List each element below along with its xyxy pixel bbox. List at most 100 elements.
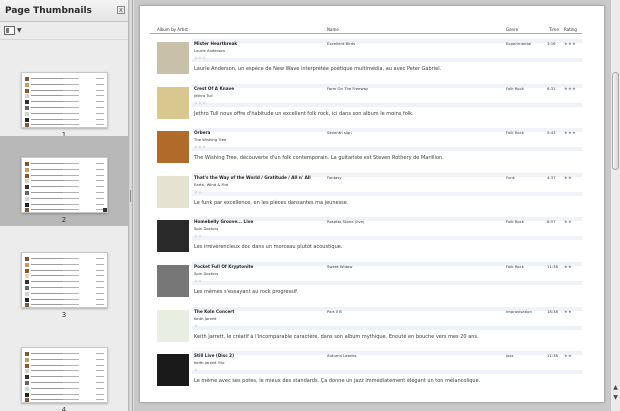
column-header-time: Time [549,27,559,32]
pdf-viewer-window: Page Thumbnails x ▼ 1 2 3 4 Album by Artist… [0,0,620,411]
chevron-down-icon: ▼ [17,27,22,34]
track-genre: Jazz [506,353,514,359]
track-name: Part II B [327,308,342,314]
album-cover-image [157,354,189,387]
thumbnail-preview [21,72,108,128]
star-rating: ☆☆☆ [194,55,207,60]
sidebar-header: Page Thumbnails x [0,0,128,22]
close-sidebar-icon[interactable]: x [117,6,125,14]
track-time: 6:31 [547,85,556,91]
thumbnail-preview [21,157,108,213]
document-page: Album by Artist Name Genre Time Rating M… [140,6,604,402]
page-number: 2 [61,216,67,224]
track-name: Sweet Widow [327,264,353,269]
album-description: Laurie Anderson, un espèce de New Wave i… [194,66,442,72]
row-band [192,351,582,356]
scrollbar-thumb[interactable] [612,72,619,170]
track-name: Seventh sign [327,130,352,136]
track-rating: ★★ [564,353,573,359]
star-rating: ☆ [194,367,199,373]
track-rating: ★★ [564,219,573,225]
thumbnail-list: 1 2 3 4 [0,41,128,411]
album-description: The Wishing Tree, découverte d'un folk c… [194,155,444,162]
album-artist: Spin Doctors [194,271,219,276]
track-name: Fantasy [327,174,342,180]
row-band [192,147,582,152]
column-header-album: Album by Artist [157,27,188,32]
album-description: Le funk par excellence, en les pièces da… [194,199,349,206]
star-rating: ☆ [194,322,199,328]
track-time: 5:43 [547,130,556,136]
row-band [192,370,582,375]
thumbnails-sidebar: Page Thumbnails x ▼ 1 2 3 4 [0,0,129,411]
track-rating: ★★ [564,264,573,269]
album-title: The Koln Concert [194,308,235,314]
track-time: 18:38 [547,308,558,314]
album-cover-image [157,265,189,297]
album-artist: Spin Doctors [194,226,219,232]
document-view[interactable]: Album by Artist Name Genre Time Rating M… [134,0,610,411]
album-entry: Pocket Full Of Kryptonite Spin Doctors ☆☆ S… [150,259,582,303]
album-entry: Crest Of A Knave Jethro Tull ☆☆☆ Farm On Th… [150,81,582,125]
table-header: Album by Artist Name Genre Time Rating [150,26,582,34]
track-time: 4:37 [547,174,556,180]
album-artist: Keith Jarrett [194,315,217,321]
arrow-down-icon[interactable]: ▼ [612,394,619,402]
track-rating: ★★★ [564,85,577,91]
star-rating: ☆☆ [194,188,203,194]
vertical-scrollbar[interactable]: ▲ ▼ [610,0,620,411]
album-artist: Jethro Tull [194,92,213,98]
album-cover-image [157,175,189,208]
page-thumbnail[interactable]: 4 [0,326,128,411]
album-entry: Homebelly Groove... Live Spin Doctors ☆☆ Ro… [150,214,582,258]
page-number: 3 [61,311,67,319]
column-header-genre: Genre [506,27,519,32]
track-genre: Improvisation [506,308,532,314]
row-band [192,325,582,330]
album-title: Homebelly Groove... Live [194,219,254,225]
album-description: Keith Jarrett, le créatif à l'incomparab… [194,333,479,340]
album-title: Orbera [194,130,211,136]
track-genre: Folk Rock [506,219,524,225]
album-cover-image [157,309,189,342]
track-rating: ★★ [564,308,573,314]
page-thumbnail[interactable]: 3 [0,231,128,321]
row-band [192,102,582,107]
album-entry: The Koln Concert Keith Jarrett ☆ Part II B I… [150,304,582,348]
sidebar-splitter[interactable] [129,0,133,411]
view-options-menu[interactable]: ▼ [4,26,22,35]
row-band [192,281,582,285]
page-thumbnail[interactable]: 1 [0,51,128,141]
row-band [192,58,582,62]
star-rating: ☆☆ [194,233,203,239]
album-artist: Laurie Anderson [194,48,226,53]
track-rating: ★★★ [564,41,577,46]
sidebar-title: Page Thumbnails [5,5,92,16]
track-time: 11:38 [547,264,558,269]
album-entry: Mister Heartbreak Laurie Anderson ☆☆☆ Excel… [150,36,582,80]
album-title: Pocket Full Of Kryptonite [194,264,254,269]
page-thumbnail[interactable]: 2 [0,136,128,226]
star-rating: ☆☆☆ [194,99,207,105]
track-rating: ★★ [564,174,573,180]
column-header-rating: Rating [564,27,577,32]
track-genre: Folk Rock [506,264,524,269]
track-genre: Experimental [506,41,532,46]
album-cover-image [157,42,189,74]
arrow-up-icon[interactable]: ▲ [612,384,619,392]
thumbnail-view-icon [4,26,15,35]
album-title: That's the Way of the World / Gratitude … [194,174,311,180]
album-title: Crest Of A Knave [194,85,235,91]
track-name: Autumn Leaves [327,353,357,359]
album-cover-image [157,131,189,164]
album-description: Les mêmes s'essayant au rock progressif. [194,289,299,295]
album-entry: That's the Way of the World / Gratitude … [150,170,582,214]
track-name: Excellent Birds [327,41,356,46]
track-time: 11:38 [547,353,558,359]
album-cover-image [157,220,189,253]
row-band [192,236,582,241]
track-genre: Folk Rock [506,130,524,136]
album-title: Mister Heartbreak [194,41,238,46]
album-description: Le même avec ses potes, le mieux des sta… [194,378,481,385]
album-artist: Earth, Wind & Fire [194,181,229,187]
